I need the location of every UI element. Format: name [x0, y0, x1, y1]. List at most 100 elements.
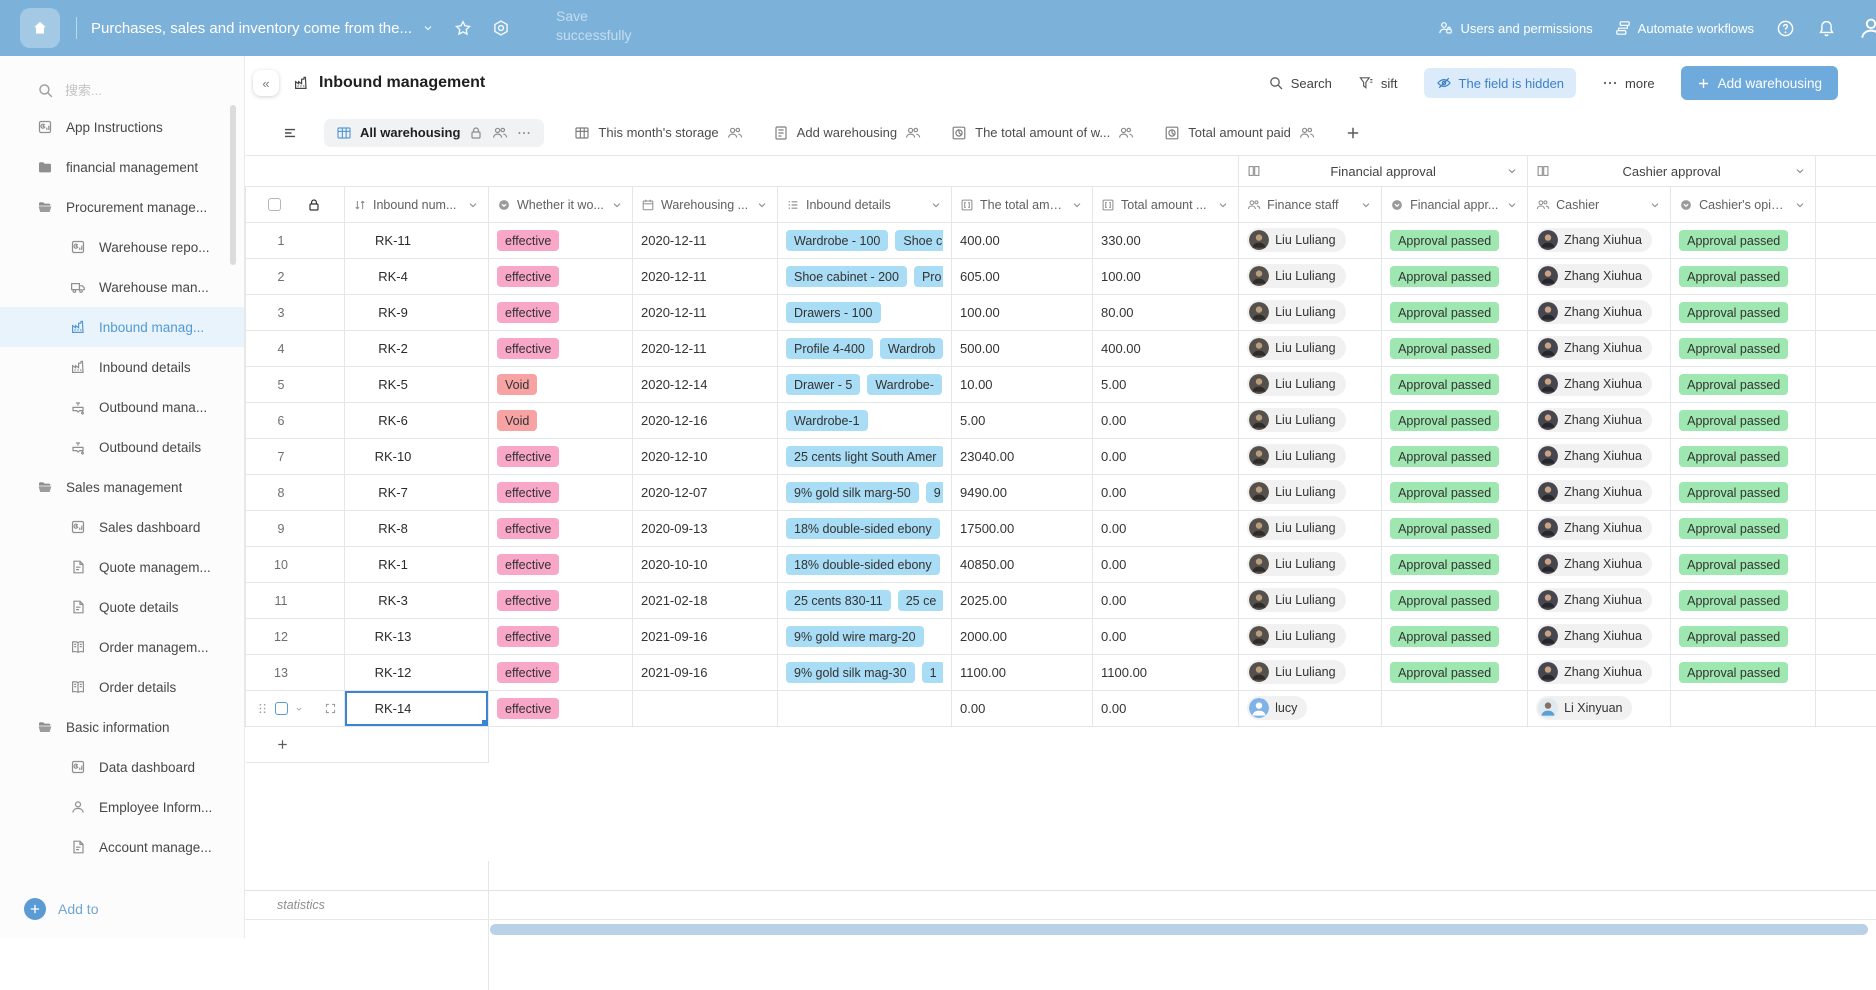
cell-cashier-opinion[interactable]: [1671, 691, 1816, 727]
cell-status[interactable]: effective: [489, 511, 633, 547]
view-tab-total-amount-paid[interactable]: Total amount paid: [1164, 125, 1315, 141]
cell-total-amount[interactable]: 17500.00: [952, 511, 1093, 547]
sidebar-item-outbound-mana[interactable]: Outbound mana...: [0, 387, 244, 427]
cell-total-paid[interactable]: 100.00: [1093, 259, 1239, 295]
add-to-button[interactable]: Add to: [24, 898, 98, 920]
cell-inbound-number[interactable]: RK-6: [345, 403, 489, 439]
row-number[interactable]: 9: [246, 511, 345, 547]
cell-cashier[interactable]: Zhang Xiuhua: [1528, 331, 1671, 367]
sidebar-item-financial-management[interactable]: financial management: [0, 147, 244, 187]
add-view-icon[interactable]: [1345, 125, 1361, 141]
cell-status[interactable]: effective: [489, 295, 633, 331]
cell-inbound-number[interactable]: RK-1: [345, 547, 489, 583]
cell-total-amount[interactable]: 2000.00: [952, 619, 1093, 655]
horizontal-scrollbar[interactable]: [490, 924, 1868, 935]
cell-total-paid[interactable]: 0.00: [1093, 547, 1239, 583]
cell-status[interactable]: Void: [489, 367, 633, 403]
sidebar-item-sales-dashboard[interactable]: Sales dashboard: [0, 507, 244, 547]
column-group-financial-approval[interactable]: Financial approval: [1239, 156, 1528, 187]
cell-status[interactable]: effective: [489, 655, 633, 691]
cell-cashier-opinion[interactable]: Approval passed: [1671, 259, 1816, 295]
cell-inbound-details[interactable]: Drawer - 5Wardrobe-: [778, 367, 952, 403]
cell-total-paid[interactable]: 0.00: [1093, 403, 1239, 439]
cell-financial-approval[interactable]: Approval passed: [1382, 331, 1528, 367]
view-tab-the-total-amount-of-w[interactable]: The total amount of w...: [951, 125, 1134, 141]
cell-warehousing-date[interactable]: 2020-12-11: [633, 259, 778, 295]
cell-inbound-number[interactable]: RK-11: [345, 223, 489, 259]
add-warehousing-button[interactable]: Add warehousing: [1681, 66, 1838, 100]
sidebar-item-account-manage[interactable]: Account manage...: [0, 827, 244, 867]
row-number[interactable]: 7: [246, 439, 345, 475]
cell-total-amount[interactable]: 5.00: [952, 403, 1093, 439]
cell-inbound-number[interactable]: RK-2: [345, 331, 489, 367]
column-header-total-amount[interactable]: Total amount ...: [1093, 187, 1239, 223]
cell-status[interactable]: effective: [489, 619, 633, 655]
cell-finance-staff[interactable]: Liu Luliang: [1239, 403, 1382, 439]
cell-cashier-opinion[interactable]: Approval passed: [1671, 367, 1816, 403]
cell-total-amount[interactable]: 10.00: [952, 367, 1093, 403]
cell-total-amount[interactable]: 2025.00: [952, 583, 1093, 619]
cell-total-amount[interactable]: 400.00: [952, 223, 1093, 259]
cell-financial-approval[interactable]: Approval passed: [1382, 655, 1528, 691]
cell-total-amount[interactable]: 100.00: [952, 295, 1093, 331]
cell-cashier[interactable]: Li Xinyuan: [1528, 691, 1671, 727]
cell-inbound-details[interactable]: 18% double-sided ebony: [778, 511, 952, 547]
cell-warehousing-date[interactable]: [633, 691, 778, 727]
help-icon[interactable]: [1776, 19, 1795, 38]
cell-cashier[interactable]: Zhang Xiuhua: [1528, 655, 1671, 691]
cell-inbound-details[interactable]: Shoe cabinet - 200Pro: [778, 259, 952, 295]
sidebar-search-input[interactable]: [65, 83, 215, 98]
cell-cashier-opinion[interactable]: Approval passed: [1671, 475, 1816, 511]
cell-total-paid[interactable]: 0.00: [1093, 691, 1239, 727]
cell-financial-approval[interactable]: Approval passed: [1382, 547, 1528, 583]
column-header-cashier[interactable]: Cashier: [1528, 187, 1671, 223]
star-icon[interactable]: [454, 19, 472, 37]
cell-financial-approval[interactable]: Approval passed: [1382, 511, 1528, 547]
cell-status[interactable]: effective: [489, 259, 633, 295]
column-header-inbound-num[interactable]: Inbound num...: [345, 187, 489, 223]
cell-inbound-details[interactable]: Wardrobe - 100Shoe c: [778, 223, 952, 259]
column-header-inbound-details[interactable]: Inbound details: [778, 187, 952, 223]
row-number[interactable]: 1: [246, 223, 345, 259]
cell-inbound-details[interactable]: 9% gold wire marg-20: [778, 619, 952, 655]
cell-cashier[interactable]: Zhang Xiuhua: [1528, 619, 1671, 655]
cell-inbound-details[interactable]: 9% gold silk mag-301: [778, 655, 952, 691]
cell-cashier[interactable]: Zhang Xiuhua: [1528, 439, 1671, 475]
cell-total-paid[interactable]: 80.00: [1093, 295, 1239, 331]
row-checkbox[interactable]: [275, 702, 288, 715]
row-number[interactable]: 11: [246, 583, 345, 619]
row-number[interactable]: 6: [246, 403, 345, 439]
cell-total-paid[interactable]: 0.00: [1093, 619, 1239, 655]
cell-total-amount[interactable]: 40850.00: [952, 547, 1093, 583]
cell-inbound-details[interactable]: 9% gold silk marg-509: [778, 475, 952, 511]
cell-inbound-details[interactable]: 25 cents light South Amer: [778, 439, 952, 475]
view-tab-this-month-s-storage[interactable]: This month's storage: [574, 125, 742, 141]
cell-status[interactable]: effective: [489, 691, 633, 727]
view-tab-all-warehousing[interactable]: All warehousing: [324, 119, 544, 147]
cell-cashier-opinion[interactable]: Approval passed: [1671, 439, 1816, 475]
cell-inbound-number[interactable]: RK-12: [345, 655, 489, 691]
cell-total-paid[interactable]: 0.00: [1093, 439, 1239, 475]
cell-inbound-number[interactable]: RK-9: [345, 295, 489, 331]
cell-inbound-number[interactable]: RK-13: [345, 619, 489, 655]
cell-warehousing-date[interactable]: 2021-09-16: [633, 619, 778, 655]
cell-total-amount[interactable]: 1100.00: [952, 655, 1093, 691]
cell-inbound-number-selected[interactable]: RK-14: [345, 691, 489, 727]
search-button[interactable]: Search: [1268, 75, 1332, 91]
cell-inbound-details[interactable]: Drawers - 100: [778, 295, 952, 331]
cell-inbound-number[interactable]: RK-3: [345, 583, 489, 619]
column-header-whether-it-wo[interactable]: Whether it wo...: [489, 187, 633, 223]
column-header-cashier-s-opini[interactable]: Cashier's opini...: [1671, 187, 1816, 223]
cell-cashier[interactable]: Zhang Xiuhua: [1528, 223, 1671, 259]
column-header-warehousing[interactable]: Warehousing ...: [633, 187, 778, 223]
cell-finance-staff[interactable]: Liu Luliang: [1239, 583, 1382, 619]
cell-financial-approval[interactable]: Approval passed: [1382, 475, 1528, 511]
cell-inbound-number[interactable]: RK-4: [345, 259, 489, 295]
cell-finance-staff[interactable]: Liu Luliang: [1239, 475, 1382, 511]
chevron-down-icon[interactable]: [294, 704, 304, 714]
column-header-the-total-amo[interactable]: The total amo...: [952, 187, 1093, 223]
users-permissions-button[interactable]: Users and permissions: [1437, 20, 1592, 36]
cell-total-amount[interactable]: 0.00: [952, 691, 1093, 727]
cell-inbound-details[interactable]: 25 cents 830-1125 ce: [778, 583, 952, 619]
cell-finance-staff[interactable]: Liu Luliang: [1239, 259, 1382, 295]
